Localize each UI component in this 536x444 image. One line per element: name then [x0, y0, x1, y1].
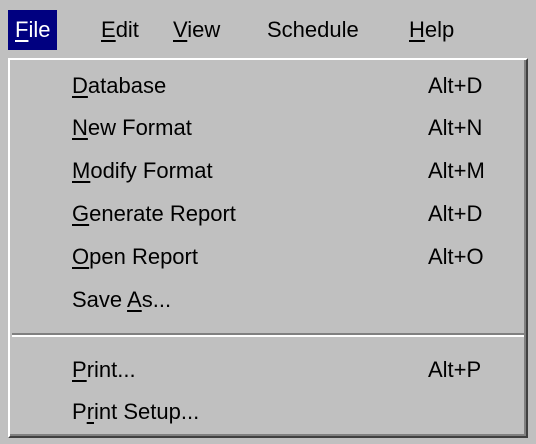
- label-pre: P: [72, 399, 87, 424]
- menu-item-label: Save As...: [72, 280, 171, 320]
- menu-item-label: Print...: [72, 350, 136, 390]
- label-post: pen Report: [89, 244, 198, 269]
- menu-file-mnemonic: F: [15, 17, 29, 42]
- menu-separator: [12, 333, 524, 337]
- label-post: rint...: [86, 357, 136, 382]
- menu-item-print[interactable]: Print... Alt+P: [10, 350, 522, 390]
- menu-item-open-report[interactable]: Open Report Alt+O: [10, 237, 522, 277]
- menu-file[interactable]: File: [8, 10, 58, 50]
- label-post: int Setup...: [94, 399, 200, 424]
- label-mnemonic: A: [127, 287, 142, 312]
- menu-help[interactable]: Help: [402, 10, 461, 50]
- menu-item-shortcut: Alt+D: [428, 201, 483, 226]
- label-post: enerate Report: [89, 201, 236, 226]
- menu-item-database[interactable]: Database Alt+D: [10, 66, 522, 106]
- menu-item-shortcut: Alt+D: [428, 73, 483, 98]
- label-mnemonic: P: [72, 357, 87, 382]
- menu-item-label: Print Setup...: [72, 392, 199, 432]
- menu-item-label: Modify Format: [72, 151, 213, 191]
- menu-edit[interactable]: Edit: [94, 10, 146, 50]
- label-mnemonic: O: [72, 244, 90, 269]
- menu-item-save-as[interactable]: Save As...: [10, 280, 522, 320]
- menu-item-new-format[interactable]: New Format Alt+N: [10, 108, 522, 148]
- label-post: odify Format: [90, 158, 213, 183]
- menu-schedule-label: Schedule: [267, 17, 359, 42]
- menu-help-mnemonic: H: [409, 17, 425, 42]
- file-dropdown-menu: Database Alt+D New Format Alt+N Modify F…: [8, 58, 528, 438]
- menu-item-shortcut: Alt+P: [428, 357, 482, 382]
- menu-view-mnemonic: V: [173, 17, 188, 42]
- menu-item-print-setup[interactable]: Print Setup...: [10, 392, 522, 432]
- menu-item-label: Database: [72, 66, 166, 106]
- menu-item-shortcut: Alt+O: [428, 244, 484, 269]
- menu-item-label: New Format: [72, 108, 192, 148]
- label-mnemonic: r: [86, 399, 95, 424]
- menu-item-shortcut: Alt+N: [428, 115, 483, 140]
- label-post: ew Format: [87, 115, 192, 140]
- menu-item-generate-report[interactable]: Generate Report Alt+D: [10, 194, 522, 234]
- menu-help-rest: elp: [424, 17, 455, 42]
- label-mnemonic: D: [72, 73, 88, 98]
- label-post: atabase: [87, 73, 167, 98]
- menu-bar: File Edit View Schedule Help: [0, 0, 536, 58]
- label-mnemonic: G: [72, 201, 90, 226]
- menu-edit-mnemonic: E: [101, 17, 116, 42]
- menu-item-shortcut: Alt+M: [428, 158, 485, 183]
- menu-item-label: Generate Report: [72, 194, 236, 234]
- menu-view[interactable]: View: [166, 10, 227, 50]
- menu-item-label: Open Report: [72, 237, 198, 277]
- label-mnemonic: M: [72, 158, 91, 183]
- label-post: s...: [141, 287, 172, 312]
- menu-edit-rest: dit: [115, 17, 139, 42]
- menu-file-rest: ile: [28, 17, 51, 42]
- menu-item-modify-format[interactable]: Modify Format Alt+M: [10, 151, 522, 191]
- menu-view-rest: iew: [187, 17, 221, 42]
- label-pre: Save: [72, 287, 128, 312]
- menu-schedule[interactable]: Schedule: [260, 10, 366, 50]
- label-mnemonic: N: [72, 115, 88, 140]
